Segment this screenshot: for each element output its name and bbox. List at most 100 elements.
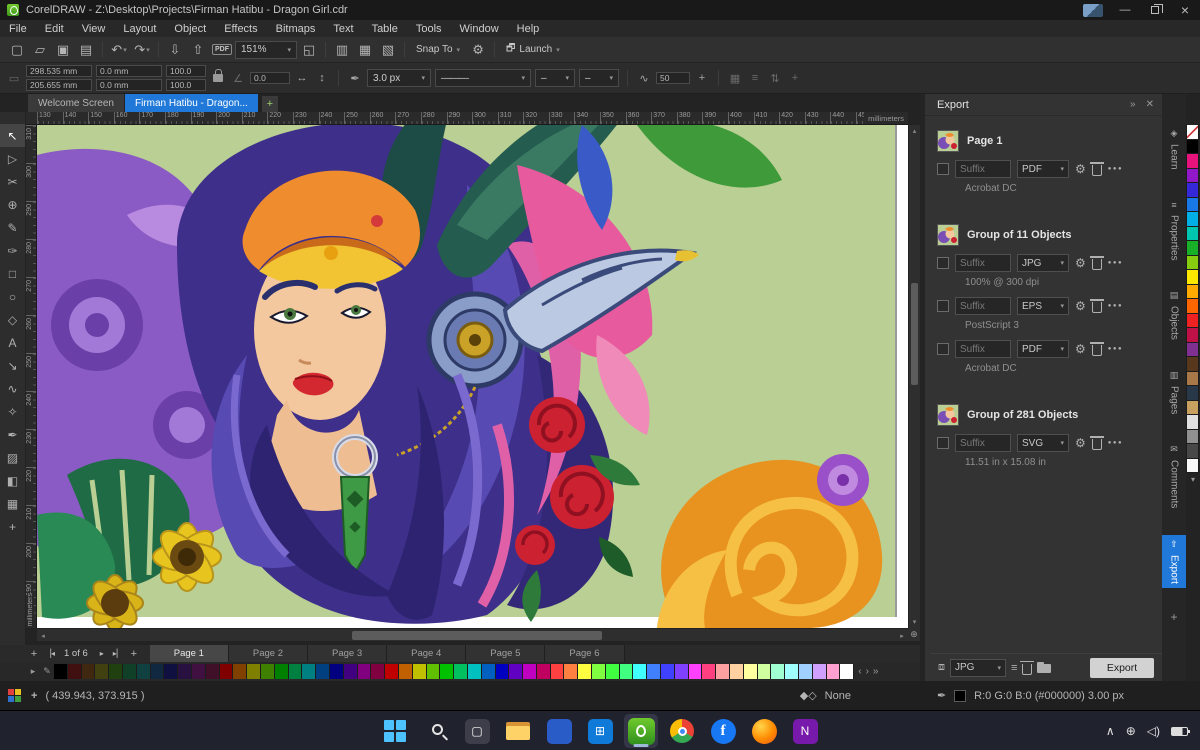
color-swatch[interactable]	[1186, 371, 1199, 386]
docker-tab-export[interactable]: ⇧ Export	[1162, 534, 1186, 588]
tray-chevron-icon[interactable]: ∧	[1106, 724, 1115, 738]
rectangle-tool[interactable]: □	[0, 262, 25, 285]
zoom-levels-select[interactable]: 151% ▾	[235, 40, 297, 59]
docker-tab-learn[interactable]: ◈ Learn	[1162, 124, 1186, 174]
export-settings-gear-icon[interactable]: ⚙	[1075, 342, 1086, 356]
color-swatch[interactable]	[440, 664, 455, 679]
page-tab-page-2[interactable]: Page 2	[228, 645, 309, 662]
color-swatch[interactable]	[467, 664, 482, 679]
color-swatch[interactable]	[1186, 226, 1199, 241]
export-button[interactable]: Export	[1090, 657, 1154, 678]
color-swatch[interactable]	[1186, 429, 1199, 444]
volume-icon[interactable]: ◁)	[1147, 724, 1160, 738]
color-swatch[interactable]	[523, 664, 537, 679]
eyedropper-tool[interactable]: ✧	[0, 400, 25, 423]
document-tab[interactable]: Firman Hatibu - Dragon...	[124, 94, 258, 112]
color-swatch[interactable]	[771, 664, 786, 679]
color-swatch[interactable]	[412, 664, 427, 679]
color-swatch[interactable]	[785, 664, 800, 679]
save-icon[interactable]: ▣	[52, 39, 74, 61]
page-tab-page-1[interactable]: Page 1	[149, 645, 229, 662]
artistic-media-tool[interactable]: ✑	[0, 239, 25, 262]
suffix-input[interactable]	[955, 254, 1011, 272]
color-swatch[interactable]	[454, 664, 468, 679]
color-swatch[interactable]	[178, 664, 192, 679]
full-screen-preview-icon[interactable]: ◱	[298, 39, 320, 61]
polygon-tool[interactable]: ◇	[0, 308, 25, 331]
color-swatch[interactable]	[109, 664, 123, 679]
docker-tab-pages[interactable]: ▥ Pages	[1162, 366, 1186, 418]
add-page-button[interactable]: +	[26, 645, 42, 662]
export-settings-gear-icon[interactable]: ⚙	[1075, 299, 1086, 313]
color-swatch[interactable]	[509, 664, 524, 679]
color-swatch[interactable]	[550, 664, 565, 679]
color-swatch[interactable]	[1186, 313, 1199, 328]
smoothing-field[interactable]: 50	[656, 72, 690, 84]
more-options-icon[interactable]: ●●●	[1108, 260, 1123, 266]
color-swatch[interactable]	[150, 664, 165, 679]
firefox-button[interactable]	[747, 714, 781, 748]
order-icon[interactable]: ≡	[747, 72, 763, 84]
color-swatch[interactable]	[398, 664, 413, 679]
docker-tab-comments[interactable]: ✉ Comments	[1162, 440, 1186, 512]
palette-expand-icon[interactable]: »	[873, 666, 879, 677]
color-swatch[interactable]	[702, 664, 717, 679]
print-icon[interactable]: ▤	[75, 39, 97, 61]
color-swatch[interactable]	[1186, 212, 1199, 227]
pos-y-field[interactable]: 205.655 mm	[26, 79, 92, 91]
color-swatch[interactable]	[385, 664, 399, 679]
export-settings-gear-icon[interactable]: ⚙	[1075, 436, 1086, 450]
more-options-icon[interactable]: ●●●	[1108, 440, 1123, 446]
menu-edit[interactable]: Edit	[36, 20, 73, 37]
color-swatch[interactable]	[812, 664, 827, 679]
color-swatch[interactable]	[219, 664, 234, 679]
end-arrowhead-select[interactable]: – ▾	[579, 69, 619, 87]
color-swatch[interactable]	[274, 664, 289, 679]
color-swatch[interactable]	[122, 664, 137, 679]
color-swatch[interactable]	[1186, 342, 1199, 357]
color-swatch[interactable]	[426, 664, 441, 679]
drawing-canvas[interactable]	[37, 125, 908, 628]
lock-ratio-icon[interactable]	[213, 69, 223, 82]
delete-export-icon[interactable]	[1089, 299, 1104, 313]
menu-bitmaps[interactable]: Bitmaps	[267, 20, 325, 37]
crop-tool[interactable]: ✂	[0, 170, 25, 193]
color-swatch[interactable]	[343, 664, 358, 679]
color-swatch[interactable]	[730, 664, 744, 679]
color-swatch[interactable]	[564, 664, 579, 679]
vertical-scrollbar[interactable]: ▴ ▾	[908, 125, 920, 628]
color-swatch[interactable]	[1186, 458, 1199, 473]
format-select[interactable]: SVG ▾	[1017, 434, 1069, 452]
color-swatch[interactable]	[536, 664, 551, 679]
add-page-after-button[interactable]: +	[126, 645, 142, 662]
zoom-pan-tool[interactable]: ⊕	[0, 193, 25, 216]
menu-file[interactable]: File	[0, 20, 36, 37]
color-swatch[interactable]	[1186, 328, 1199, 343]
publish-to-pdf-icon[interactable]: PDF	[210, 39, 234, 61]
outline-color-swatch[interactable]	[954, 689, 967, 702]
color-swatch[interactable]	[329, 664, 344, 679]
menu-table[interactable]: Table	[363, 20, 407, 37]
docker-tab-properties[interactable]: ≡ Properties	[1162, 196, 1186, 265]
color-swatch[interactable]	[205, 664, 220, 679]
vertical-scrollbar-thumb[interactable]	[911, 283, 918, 385]
color-swatch[interactable]	[136, 664, 151, 679]
document-tab[interactable]: Welcome Screen	[28, 94, 124, 112]
color-swatch[interactable]	[716, 664, 731, 679]
color-swatch[interactable]	[605, 664, 620, 679]
color-swatch[interactable]	[67, 664, 82, 679]
menu-effects[interactable]: Effects	[215, 20, 266, 37]
export-checkbox[interactable]	[937, 437, 949, 449]
add-docker-button[interactable]: +	[1170, 610, 1177, 624]
stepper-icon[interactable]: +	[694, 72, 710, 84]
color-swatch[interactable]	[1186, 415, 1199, 430]
dimension-tool[interactable]: ↘	[0, 354, 25, 377]
color-swatch[interactable]	[302, 664, 317, 679]
start-button[interactable]	[378, 714, 412, 748]
export-icon[interactable]: ⇧	[187, 39, 209, 61]
chrome-button[interactable]	[665, 714, 699, 748]
new-document-icon[interactable]: ▢	[6, 39, 28, 61]
import-icon[interactable]: ⇩	[164, 39, 186, 61]
color-swatch[interactable]	[1186, 168, 1199, 183]
format-select[interactable]: PDF ▾	[1017, 340, 1069, 358]
